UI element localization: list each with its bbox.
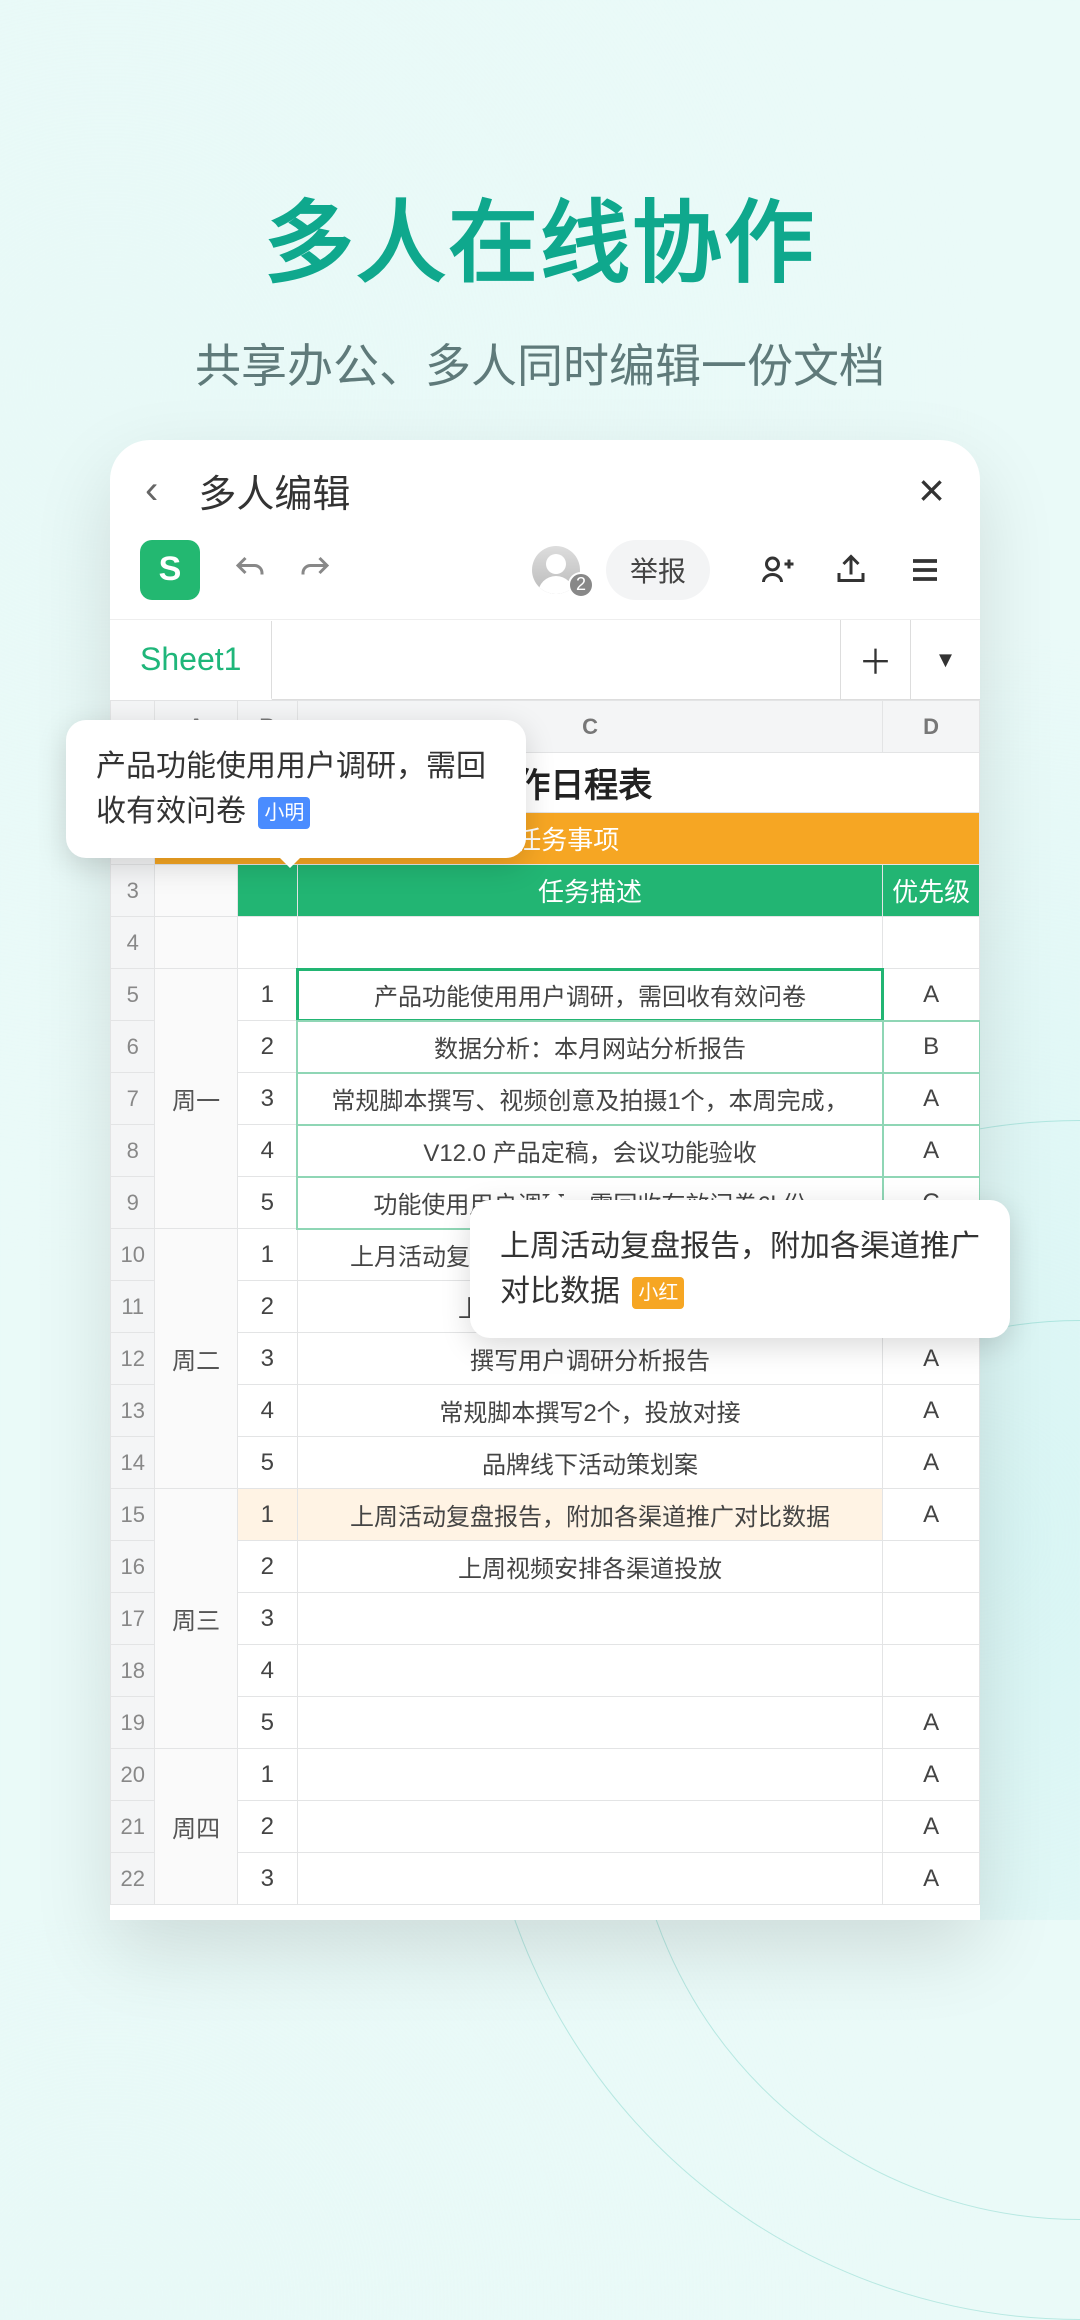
priority-cell[interactable]: A [883,1437,980,1489]
priority-cell[interactable]: A [883,1385,980,1437]
index-cell[interactable]: 3 [237,1593,297,1645]
row-header[interactable]: 5 [111,969,155,1021]
row-header[interactable]: 6 [111,1021,155,1073]
row-header[interactable]: 17 [111,1593,155,1645]
priority-cell[interactable]: A [883,1749,980,1801]
redo-icon[interactable] [290,545,340,595]
desc-cell[interactable]: V12.0 产品定稿，会议功能验收 [297,1125,882,1177]
app-header: ‹ 多人编辑 × [110,440,980,530]
row-header[interactable]: 10 [111,1229,155,1281]
desc-cell[interactable]: 上周视频安排各渠道投放 [297,1541,882,1593]
sheet-tabs: Sheet1 ＋ ▼ [110,620,980,700]
row-header[interactable]: 16 [111,1541,155,1593]
priority-cell[interactable]: A [883,1333,980,1385]
row-header[interactable]: 19 [111,1697,155,1749]
desc-cell[interactable]: 常规脚本撰写2个，投放对接 [297,1385,882,1437]
add-user-icon[interactable] [752,545,802,595]
index-cell[interactable]: 1 [237,1489,297,1541]
day-cell[interactable]: 周三 [155,1489,237,1749]
report-button[interactable]: 举报 [606,540,710,600]
desc-cell[interactable] [297,1749,882,1801]
desc-cell[interactable]: 品牌线下活动策划案 [297,1437,882,1489]
desc-cell[interactable]: 常规脚本撰写、视频创意及拍摄1个，本周完成， [297,1073,882,1125]
priority-cell[interactable]: A [883,1801,980,1853]
index-cell[interactable]: 1 [237,969,297,1021]
desc-cell[interactable] [297,1697,882,1749]
share-icon[interactable] [826,545,876,595]
row-header[interactable]: 11 [111,1281,155,1333]
priority-cell[interactable]: B [883,1021,980,1073]
hero-subtitle: 共享办公、多人同时编辑一份文档 [0,330,1080,396]
priority-cell[interactable]: A [883,1073,980,1125]
row-header[interactable]: 7 [111,1073,155,1125]
bubble1-user-tag: 小明 [258,797,310,829]
priority-cell[interactable] [883,1541,980,1593]
hero-title: 多人在线协作 [0,170,1080,300]
row-header[interactable]: 14 [111,1437,155,1489]
tab-sheet1[interactable]: Sheet1 [110,621,272,700]
priority-cell[interactable]: A [883,1853,980,1905]
bubble2-user-tag: 小红 [632,1277,684,1309]
row-header[interactable]: 13 [111,1385,155,1437]
col-prio-header[interactable]: 优先级 [883,865,980,917]
desc-cell[interactable]: 产品功能使用用户调研，需回收有效问卷 [297,969,882,1021]
row-header[interactable]: 21 [111,1801,155,1853]
desc-cell[interactable] [297,1853,882,1905]
hero-section: 多人在线协作 共享办公、多人同时编辑一份文档 [0,0,1080,396]
index-cell[interactable]: 4 [237,1385,297,1437]
index-cell[interactable]: 5 [237,1177,297,1229]
collaborator-count-badge: 2 [568,572,594,598]
priority-cell[interactable]: A [883,1489,980,1541]
desc-cell[interactable] [297,1645,882,1697]
comment-bubble-2: 上周活动复盘报告，附加各渠道推广对比数据 小红 [470,1200,1010,1338]
index-cell[interactable]: 2 [237,1541,297,1593]
day-cell[interactable]: 周一 [155,969,237,1229]
index-cell[interactable]: 2 [237,1801,297,1853]
priority-cell[interactable] [883,1593,980,1645]
bubble2-text: 上周活动复盘报告，附加各渠道推广对比数据 [500,1230,980,1308]
priority-cell[interactable]: A [883,969,980,1021]
index-cell[interactable]: 1 [237,1749,297,1801]
comment-bubble-1: 产品功能使用用户调研，需回收有效问卷 小明 [66,720,526,858]
row-header[interactable]: 12 [111,1333,155,1385]
day-cell[interactable]: 周二 [155,1229,237,1489]
priority-cell[interactable]: A [883,1697,980,1749]
index-cell[interactable]: 3 [237,1853,297,1905]
index-cell[interactable]: 1 [237,1229,297,1281]
menu-icon[interactable] [900,545,950,595]
collaborator-avatar[interactable]: 2 [532,546,588,594]
index-cell[interactable]: 2 [237,1021,297,1073]
col-desc-header[interactable]: 任务描述 [297,865,882,917]
priority-cell[interactable]: A [883,1125,980,1177]
index-cell[interactable]: 5 [237,1437,297,1489]
app-logo-icon[interactable]: S [140,540,200,600]
index-cell[interactable]: 5 [237,1697,297,1749]
priority-cell[interactable] [883,1645,980,1697]
index-cell[interactable]: 4 [237,1125,297,1177]
add-sheet-button[interactable]: ＋ [840,620,910,699]
desc-cell[interactable]: 数据分析：本月网站分析报告 [297,1021,882,1073]
row-header[interactable]: 18 [111,1645,155,1697]
desc-cell[interactable]: 撰写用户调研分析报告 [297,1333,882,1385]
index-cell[interactable]: 3 [237,1333,297,1385]
app-title: 多人编辑 [198,463,918,518]
col-header[interactable]: D [883,701,980,753]
back-icon[interactable]: ‹ [145,468,158,513]
undo-icon[interactable] [225,545,275,595]
desc-cell[interactable] [297,1593,882,1645]
day-cell[interactable]: 周四 [155,1749,237,1905]
sheet-dropdown-icon[interactable]: ▼ [910,620,980,699]
desc-cell[interactable]: 上周活动复盘报告，附加各渠道推广对比数据 [297,1489,882,1541]
row-header[interactable]: 20 [111,1749,155,1801]
row-header[interactable]: 8 [111,1125,155,1177]
row-header[interactable]: 15 [111,1489,155,1541]
index-cell[interactable]: 4 [237,1645,297,1697]
index-cell[interactable]: 2 [237,1281,297,1333]
row-header[interactable]: 9 [111,1177,155,1229]
row-header[interactable]: 22 [111,1853,155,1905]
index-cell[interactable]: 3 [237,1073,297,1125]
desc-cell[interactable] [297,1801,882,1853]
close-icon[interactable]: × [918,463,945,517]
toolbar: S 2 举报 [110,530,980,620]
